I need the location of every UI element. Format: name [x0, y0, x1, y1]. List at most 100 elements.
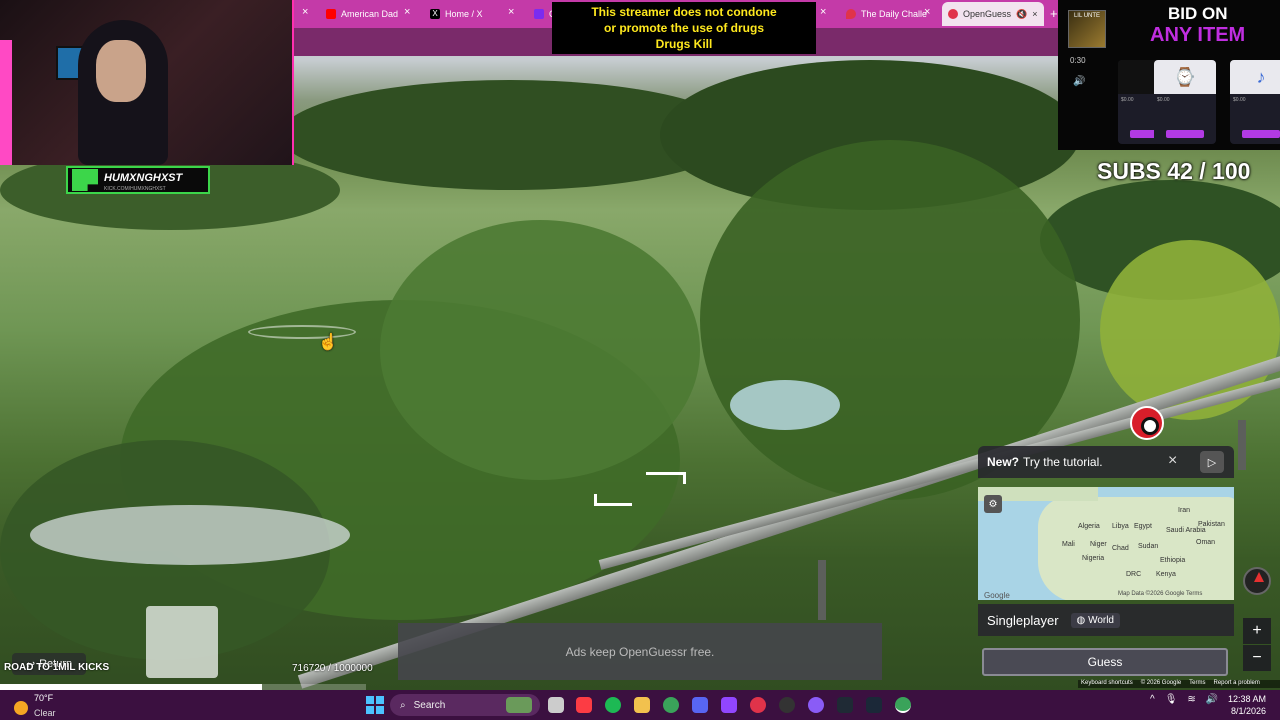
search-icon: ⌕	[400, 699, 406, 711]
disclaimer-line: Drugs Kill	[655, 37, 713, 51]
footer-link: © 2026 Google	[1140, 680, 1182, 686]
task-view-icon[interactable]	[548, 697, 564, 713]
guitar-icon: ♪	[1230, 60, 1280, 94]
x-icon: X	[430, 9, 440, 19]
corner-bracket-icon	[646, 472, 686, 484]
album-art: LIL UNTE	[1068, 10, 1106, 48]
bid-title: BID ON	[1168, 4, 1228, 23]
mode-label: Singleplayer	[987, 612, 1059, 628]
search-label: Search	[413, 699, 446, 711]
openguessr-icon	[948, 9, 958, 19]
tutorial-prompt[interactable]: New? Try the tutorial. × ▷	[978, 446, 1234, 478]
goal-count: 716720 / 1000000	[292, 663, 373, 674]
bid-subtitle: ANY ITEM	[1150, 24, 1246, 46]
map-settings-icon[interactable]: ⚙	[984, 495, 1002, 513]
tab-daily-challenge[interactable]: The Daily Challe	[846, 4, 927, 24]
mouse-cursor-icon: ☝	[318, 334, 338, 351]
footer-link[interactable]: Terms	[1189, 680, 1205, 688]
bid-timer: 0:30	[1070, 56, 1086, 65]
disclaimer-line: or promote the use of drugs	[603, 21, 764, 35]
spotify-icon[interactable]	[605, 697, 621, 713]
tab-label: American Dad	[341, 9, 399, 19]
compass-icon[interactable]	[1243, 567, 1271, 595]
tab-close-icon[interactable]: ×	[302, 6, 308, 18]
mic-icon[interactable]: 🎙	[1165, 694, 1178, 705]
twitch-icon[interactable]	[721, 697, 737, 713]
time: 12:38 AM	[1228, 694, 1267, 704]
tab-close-icon[interactable]: ×	[404, 6, 410, 18]
tab-close-icon[interactable]: ×	[508, 6, 514, 18]
wifi-icon[interactable]: ≋	[1187, 694, 1195, 705]
obs-icon[interactable]	[779, 697, 795, 713]
tab-label: Home / X	[445, 9, 483, 19]
speaker-icon: 🔊	[1073, 76, 1086, 87]
youtube-icon	[326, 9, 336, 19]
webcam-cup-object	[146, 606, 218, 678]
music-app-icon[interactable]	[576, 697, 592, 713]
streamer-webcam	[0, 0, 294, 165]
zoom-out-button[interactable]: −	[1243, 645, 1271, 671]
date: 8/1/2026	[1230, 706, 1267, 716]
drug-disclaimer-banner: This streamer does not condone or promot…	[552, 2, 816, 54]
bid-overlay: LIL UNTE 0:30 🔊 BID ON ANY ITEM $0.00 ⌚ …	[1058, 0, 1280, 150]
google-logo: Google	[984, 591, 1010, 600]
location-pin-icon	[846, 9, 856, 19]
bid-item-card: ♪ $0.00	[1230, 60, 1280, 144]
tab-close-icon[interactable]: ×	[924, 6, 930, 18]
chevron-up-icon[interactable]: ^	[1150, 694, 1155, 705]
tab-close-icon[interactable]: ×	[1032, 9, 1037, 19]
taskbar-clock[interactable]: 12:38 AM 8/1/2026	[1228, 693, 1266, 717]
mute-icon[interactable]: 🔇	[1016, 9, 1027, 20]
windows-start-icon[interactable]	[366, 696, 384, 714]
sun-icon	[14, 700, 28, 715]
panorama-move-indicator	[248, 325, 356, 339]
chrome-active-icon[interactable]	[895, 697, 911, 713]
kick-logo-icon	[72, 169, 98, 191]
disclaimer-line: This streamer does not condone	[591, 5, 777, 19]
tab-close-icon[interactable]: ×	[820, 6, 826, 18]
bid-item-card: ⌚ $0.00	[1154, 60, 1216, 144]
widget-image-icon[interactable]	[506, 697, 532, 713]
guess-button[interactable]: Guess	[982, 648, 1228, 676]
volume-icon[interactable]: 🔊	[1206, 694, 1218, 705]
openguessr-mascot-icon	[1130, 406, 1164, 440]
guess-minimap[interactable]: ⚙ Algeria Libya Egypt Saudi Arabia Mali …	[978, 487, 1234, 600]
corner-bracket-icon	[594, 494, 632, 506]
terminal-icon[interactable]	[837, 697, 853, 713]
tutorial-new-label: New?	[987, 455, 1020, 469]
tab-openguessr[interactable]: OpenGuess 🔇 ×	[942, 2, 1044, 26]
opera-icon[interactable]	[750, 697, 766, 713]
map-footer-links: Keyboard shortcuts © 2026 Google Terms R…	[1078, 680, 1280, 688]
file-explorer-icon[interactable]	[634, 697, 650, 713]
globe-icon: ◍	[1076, 614, 1089, 626]
app-icon[interactable]	[808, 697, 824, 713]
tab-label: OpenGuess	[963, 9, 1012, 19]
weather-condition: Clear	[34, 708, 56, 718]
chrome-icon[interactable]	[663, 697, 679, 713]
goal-label: ROAD TO 1MIL KICKS	[4, 662, 110, 673]
streamer-name: HUMXNGHXST	[104, 172, 183, 184]
footer-link[interactable]: Keyboard shortcuts	[1081, 680, 1133, 688]
tab-label: The Daily Challe	[861, 9, 928, 19]
weather-widget[interactable]: 70°F Clear	[14, 694, 56, 720]
region-badge: ◍ World	[1070, 612, 1120, 628]
zoom-in-button[interactable]: +	[1243, 618, 1271, 644]
tab-american-dad[interactable]: American Dad	[326, 4, 398, 24]
footer-link[interactable]: Report a problem	[1214, 680, 1260, 688]
system-tray: ^ 🎙 ≋ 🔊	[1150, 694, 1218, 705]
tutorial-text[interactable]: Try the tutorial.	[1023, 455, 1103, 469]
subs-goal-label: SUBS 42 / 100	[1097, 158, 1251, 184]
tab-home-x[interactable]: X Home / X	[430, 4, 483, 24]
temperature: 70°F	[34, 693, 54, 703]
game-mode-bar: Singleplayer ◍ World	[978, 604, 1234, 636]
discord-icon[interactable]	[692, 697, 708, 713]
play-icon[interactable]: ▷	[1200, 451, 1224, 473]
new-tab-button[interactable]: +	[1050, 6, 1058, 21]
watch-icon: ⌚	[1154, 60, 1216, 94]
close-icon[interactable]: ×	[1168, 452, 1177, 470]
steam-icon[interactable]	[866, 697, 882, 713]
streamer-name-badge: HUMXNGHXST KICK.COM/HUMXNGHXST	[66, 166, 210, 194]
streamer-subline: KICK.COM/HUMXNGHXST	[104, 186, 166, 192]
purple-app-icon	[534, 9, 544, 19]
windows-taskbar: 70°F Clear ⌕ Search ^ 🎙 ≋ 🔊 12:38 AM 8/1…	[0, 690, 1280, 720]
